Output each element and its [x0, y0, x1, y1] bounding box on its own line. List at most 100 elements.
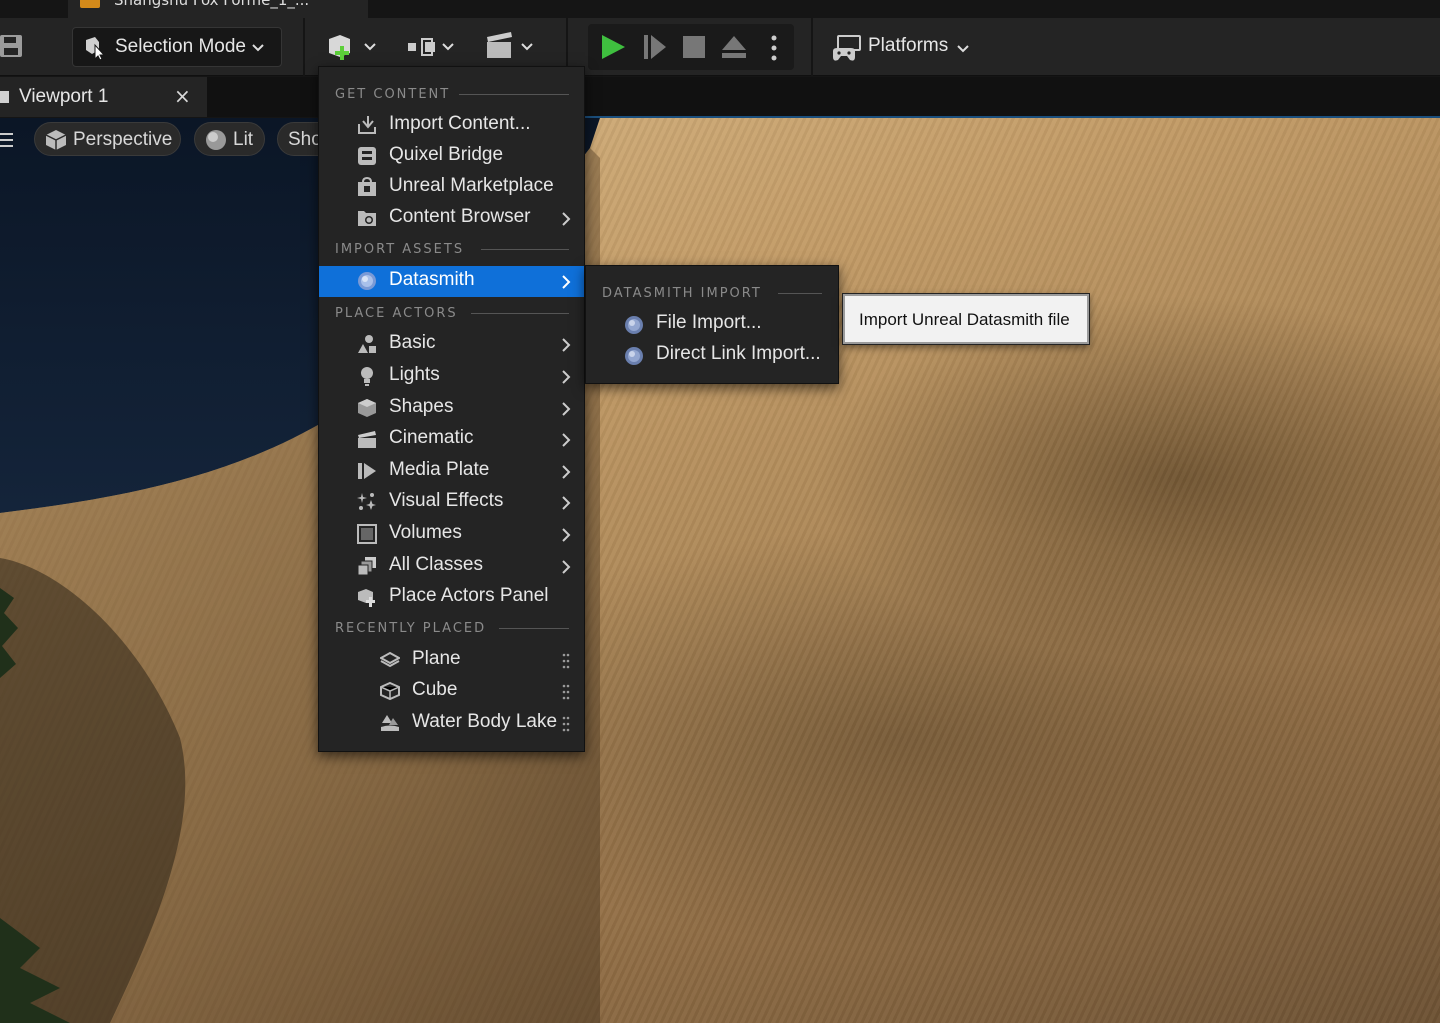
chevron-right-icon [561, 369, 571, 384]
menu-item-recent-cube[interactable]: Cube [319, 676, 584, 707]
section-heading-import-assets: IMPORT ASSETS [335, 242, 465, 257]
menu-item-file-import[interactable]: File Import... [586, 309, 838, 340]
water-body-icon [380, 713, 400, 733]
menu-item-volumes[interactable]: Volumes [319, 519, 584, 550]
menu-item-label: Water Body Lake [412, 711, 558, 732]
perspective-button[interactable]: Perspective [34, 122, 181, 156]
marketplace-icon [357, 176, 377, 197]
menu-item-label: Quixel Bridge [389, 144, 504, 165]
import-icon [357, 115, 377, 135]
perspective-label: Perspective [73, 129, 173, 150]
section-heading-place-actors: PLACE ACTORS [335, 306, 458, 321]
content-browser-icon [357, 208, 377, 228]
menu-item-cinematic[interactable]: Cinematic [319, 424, 584, 455]
viewport-tab-row: Viewport 1 × [0, 77, 1440, 117]
section-divider [499, 628, 569, 629]
hamburger-icon[interactable] [0, 132, 14, 152]
title-bar: Shangshu Fox Forme_1_... [0, 0, 1440, 18]
lightbulb-icon [357, 366, 377, 386]
play-controls [588, 24, 794, 70]
quixel-bridge-icon [357, 146, 377, 166]
perspective-cube-icon [45, 129, 67, 155]
menu-item-content-browser[interactable]: Content Browser [319, 203, 584, 234]
toolbar-separator [303, 18, 305, 76]
level-tab-title: Shangshu Fox Forme_1_... [114, 0, 310, 9]
clapperboard-icon [357, 429, 377, 449]
add-content-menu: GET CONTENT Import Content... Quixel Bri… [318, 66, 585, 752]
drag-handle-icon[interactable] [562, 653, 570, 673]
chevron-right-icon [561, 495, 571, 510]
menu-item-direct-link-import[interactable]: Direct Link Import... [586, 340, 838, 371]
chevron-down-icon [956, 41, 970, 60]
tooltip: Import Unreal Datasmith file [843, 294, 1089, 344]
media-plate-icon [357, 461, 377, 481]
cube-mesh-icon [380, 681, 400, 701]
menu-item-label: Cube [412, 679, 458, 700]
all-classes-icon [357, 556, 377, 576]
tab-viewport-1[interactable]: Viewport 1 × [0, 77, 207, 117]
chevron-right-icon [561, 337, 571, 352]
menu-item-label: Shapes [389, 396, 454, 417]
menu-item-label: Unreal Marketplace [389, 175, 554, 196]
play-icon[interactable] [600, 34, 626, 64]
eject-icon[interactable] [721, 35, 747, 63]
menu-item-recent-plane[interactable]: Plane [319, 645, 584, 676]
menu-item-media-plate[interactable]: Media Plate [319, 456, 584, 487]
cinematics-button[interactable] [484, 26, 542, 68]
save-icon[interactable] [0, 34, 24, 58]
level-icon [80, 0, 100, 8]
lit-sphere-icon [205, 129, 227, 155]
menu-item-unreal-marketplace[interactable]: Unreal Marketplace [319, 172, 584, 203]
menu-item-basic[interactable]: Basic [319, 329, 584, 360]
lit-label: Lit [233, 129, 254, 150]
blueprint-button[interactable] [405, 26, 461, 68]
menu-item-lights[interactable]: Lights [319, 361, 584, 392]
stop-icon[interactable] [682, 35, 706, 63]
viewport-focus-line [584, 116, 1440, 118]
main-toolbar: Selection Mode Platforms [0, 18, 1440, 76]
menu-item-label: Import Content... [389, 113, 531, 134]
section-divider [459, 94, 569, 95]
chevron-down-icon [251, 40, 265, 59]
drag-handle-icon[interactable] [562, 684, 570, 704]
selection-mode-dropdown[interactable]: Selection Mode [72, 27, 282, 67]
shape-icon [357, 398, 377, 418]
level-viewport[interactable] [0, 118, 1440, 1023]
skip-forward-icon[interactable] [642, 34, 668, 64]
selection-cursor-icon [83, 36, 107, 64]
datasmith-submenu: DATASMITH IMPORT File Import... Direct L… [585, 265, 839, 384]
menu-item-datasmith[interactable]: Datasmith [319, 266, 584, 297]
close-icon[interactable]: × [174, 84, 191, 108]
chevron-right-icon [561, 211, 571, 226]
level-tab[interactable]: Shangshu Fox Forme_1_... [68, 0, 368, 18]
section-divider [471, 313, 569, 314]
menu-item-quixel-bridge[interactable]: Quixel Bridge [319, 141, 584, 172]
menu-item-label: All Classes [389, 554, 483, 575]
sparkles-icon [357, 492, 377, 512]
section-heading-get-content: GET CONTENT [335, 87, 451, 102]
menu-item-label: Plane [412, 648, 461, 669]
menu-item-recent-water-body-lake[interactable]: Water Body Lake [319, 708, 584, 739]
menu-item-all-classes[interactable]: All Classes [319, 551, 584, 582]
menu-item-label: Media Plate [389, 459, 490, 480]
menu-item-label: Lights [389, 364, 440, 385]
lit-button[interactable]: Lit [194, 122, 265, 156]
tooltip-text: Import Unreal Datasmith file [859, 310, 1070, 329]
datasmith-link-icon [624, 346, 644, 366]
menu-item-place-actors-panel[interactable]: Place Actors Panel [319, 582, 584, 613]
menu-item-shapes[interactable]: Shapes [319, 393, 584, 424]
menu-item-label: Datasmith [389, 269, 475, 290]
viewport-toolbar: Perspective Lit Sho [0, 118, 347, 160]
platforms-label: Platforms [868, 35, 949, 56]
menu-item-visual-effects[interactable]: Visual Effects [319, 487, 584, 518]
menu-item-label: Place Actors Panel [389, 585, 549, 606]
show-label: Sho [288, 129, 322, 150]
menu-item-import-content[interactable]: Import Content... [319, 110, 584, 141]
add-content-button[interactable] [326, 26, 382, 68]
section-divider [481, 249, 569, 250]
viewport-icon [0, 91, 9, 103]
drag-handle-icon[interactable] [562, 716, 570, 736]
viewport-tab-label: Viewport 1 [19, 86, 109, 107]
more-options-icon[interactable] [770, 34, 778, 66]
section-heading-datasmith-import: DATASMITH IMPORT [602, 286, 762, 301]
